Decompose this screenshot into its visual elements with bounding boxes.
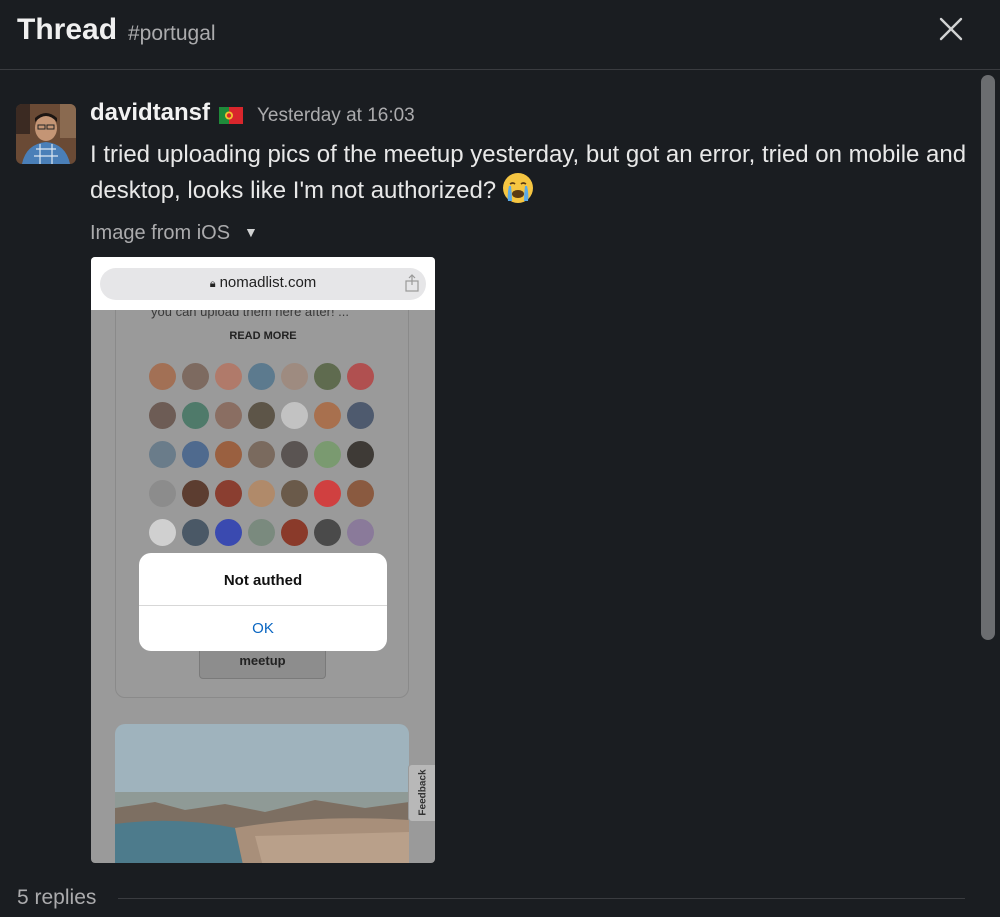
screenshot-url: 🔒︎ nomadlist.com: [100, 274, 426, 291]
avatar[interactable]: [16, 104, 76, 164]
close-icon[interactable]: [936, 14, 966, 44]
thread-title: Thread: [17, 13, 118, 46]
attachment-label: Image from iOS: [90, 222, 231, 244]
screenshot-url-bar: 🔒︎ nomadlist.com: [100, 268, 426, 300]
thread-header: Thread #portugal: [0, 0, 1000, 70]
attachment-toggle[interactable]: Image from iOS ▼: [90, 222, 258, 245]
screenshot-feedback-tab: Feedback: [408, 764, 435, 822]
attendee-avatars: [149, 363, 381, 553]
message-timestamp[interactable]: Yesterday at 16:03: [257, 105, 415, 127]
channel-name[interactable]: #portugal: [128, 22, 216, 46]
screenshot-city-photo: [115, 724, 409, 863]
screenshot-url-area: 🔒︎ nomadlist.com: [91, 257, 435, 310]
lock-icon: 🔒︎: [209, 278, 216, 290]
screenshot-url-text: nomadlist.com: [219, 274, 317, 291]
attached-image[interactable]: you can upload them here after! ... READ…: [91, 257, 435, 863]
scrollbar[interactable]: [981, 75, 995, 640]
screenshot-alert-dialog: Not authed OK: [139, 553, 387, 651]
message-body: I tried uploading pics of the meetup yes…: [90, 137, 980, 208]
screenshot-feedback-label: Feedback: [417, 769, 429, 816]
screenshot-alert-title: Not authed: [223, 572, 303, 589]
replies-count: 5 replies: [17, 886, 97, 909]
message-author[interactable]: davidtansf: [90, 99, 210, 127]
share-icon: [405, 274, 419, 292]
screenshot-read-more: READ MORE: [229, 330, 297, 342]
caret-down-icon: ▼: [244, 224, 258, 240]
crying-face-icon: [502, 172, 534, 204]
replies-divider: [118, 898, 965, 899]
portugal-flag-icon: [219, 107, 243, 124]
screenshot-alert-ok: OK: [252, 620, 274, 637]
